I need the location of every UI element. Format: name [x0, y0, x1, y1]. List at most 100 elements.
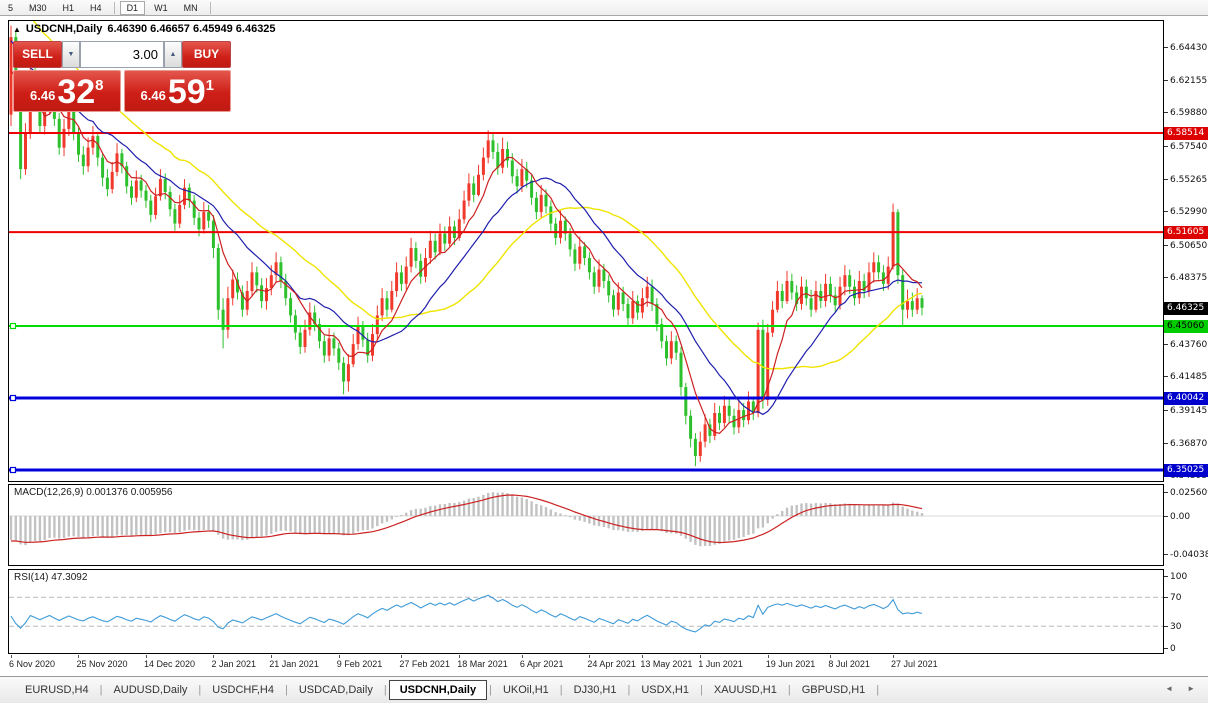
tab-usdcnh-daily[interactable]: USDCNH,Daily: [389, 680, 487, 700]
timeframe-m30[interactable]: M30: [22, 1, 54, 15]
tab-separator: |: [558, 684, 565, 696]
tab-usdx-h1[interactable]: USDX,H1: [632, 680, 698, 700]
time-label: 8 Jul 2021: [828, 659, 870, 669]
buy-price-sup: 1: [206, 71, 214, 101]
tab-xauusd-h1[interactable]: XAUUSD,H1: [705, 680, 786, 700]
symbol-title: USDCNH,Daily: [26, 23, 102, 35]
tabs-scroll-left-icon[interactable]: ◄: [1158, 684, 1180, 693]
chart-title: ▲ USDCNH,Daily 6.46390 6.46657 6.45949 6…: [13, 23, 276, 35]
rsi-axis-label: 0: [1164, 644, 1176, 654]
timeframe-h1[interactable]: H1: [56, 1, 82, 15]
time-label: 14 Dec 2020: [144, 659, 195, 669]
macd-chart: [9, 485, 1163, 565]
time-label: 1 Jun 2021: [698, 659, 743, 669]
price-tick: 6.59880: [1164, 108, 1207, 118]
ohlc-values: 6.46390 6.46657 6.45949 6.46325: [107, 23, 275, 35]
sell-price-box[interactable]: 6.46 32 8: [13, 70, 121, 112]
rsi-label: RSI(14) 47.3092: [14, 572, 87, 583]
time-tick: [459, 655, 460, 658]
price-tick: 6.41485: [1164, 372, 1207, 382]
time-label: 2 Jan 2021: [211, 659, 256, 669]
time-tick: [893, 655, 894, 658]
tabs-scroll-right-icon[interactable]: ►: [1180, 684, 1202, 693]
macd-axis-label: 0.025609: [1164, 488, 1208, 498]
one-click-trade-panel: SELL ▼ 3.00 ▲ BUY 6.46 32 8 6.46 59 1: [13, 41, 231, 112]
tab-dj30-h1[interactable]: DJ30,H1: [565, 680, 626, 700]
volume-down-button[interactable]: ▼: [62, 41, 80, 68]
collapse-trade-panel-icon[interactable]: ▲: [13, 25, 21, 34]
price-tick: 6.36870: [1164, 439, 1207, 449]
time-label: 6 Nov 2020: [9, 659, 55, 669]
tab-eurusd-h4[interactable]: EURUSD,H4: [16, 680, 98, 700]
sell-price-sup: 8: [95, 71, 103, 101]
rsi-indicator-panel[interactable]: RSI(14) 47.3092: [8, 569, 1164, 654]
macd-axis-label: -0.040386: [1164, 550, 1208, 560]
timeframe-toolbar: 5M30H1H4 D1W1MN: [0, 0, 1208, 16]
time-tick: [768, 655, 769, 658]
timeframe-d1[interactable]: D1: [120, 1, 146, 15]
chart-tab-bar: EURUSD,H4|AUDUSD,Daily|USDCHF,H4|USDCAD,…: [0, 676, 1208, 703]
buy-button[interactable]: BUY: [182, 41, 231, 68]
macd-axis-label: 0.00: [1164, 512, 1190, 522]
current-price-badge: 6.46325: [1164, 302, 1208, 315]
timeframe-mn[interactable]: MN: [177, 1, 205, 15]
tab-usdchf-h4[interactable]: USDCHF,H4: [203, 680, 283, 700]
tab-separator: |: [283, 684, 290, 696]
time-tick: [522, 655, 523, 658]
price-tick: 6.55265: [1164, 175, 1207, 185]
time-tick: [146, 655, 147, 658]
time-tick: [589, 655, 590, 658]
price-level-badge[interactable]: 6.58514: [1164, 127, 1208, 140]
time-label: 6 Apr 2021: [520, 659, 564, 669]
price-level-badge[interactable]: 6.45060: [1164, 320, 1208, 333]
time-tick: [11, 655, 12, 658]
rsi-chart: [9, 570, 1163, 653]
time-tick: [78, 655, 79, 658]
rsi-axis-label: 100: [1164, 572, 1187, 582]
tab-usdcad-daily[interactable]: USDCAD,Daily: [290, 680, 382, 700]
buy-price-big: 59: [168, 75, 206, 109]
tab-gbpusd-h1[interactable]: GBPUSD,H1: [793, 680, 875, 700]
timeframe-5[interactable]: 5: [1, 1, 20, 15]
price-axis: 6.644306.621556.598806.575406.552656.529…: [1164, 20, 1208, 670]
mt4-terminal: { "toolbar": { "groups": [["5","M30","H1…: [0, 0, 1208, 703]
price-level-badge[interactable]: 6.40042: [1164, 392, 1208, 405]
sell-price-prefix: 6.46: [30, 83, 55, 109]
main-chart-panel[interactable]: ▲ USDCNH,Daily 6.46390 6.46657 6.45949 6…: [8, 20, 1164, 482]
price-tick: 6.64430: [1164, 43, 1207, 53]
time-label: 27 Jul 2021: [891, 659, 938, 669]
timeframe-w1[interactable]: W1: [147, 1, 175, 15]
price-tick: 6.50650: [1164, 241, 1207, 251]
time-label: 9 Feb 2021: [337, 659, 383, 669]
price-tick: 6.48375: [1164, 273, 1207, 283]
volume-input[interactable]: 3.00: [80, 41, 164, 68]
price-tick: 6.52990: [1164, 207, 1207, 217]
sell-button[interactable]: SELL: [13, 41, 62, 68]
time-label: 25 Nov 2020: [76, 659, 127, 669]
time-tick: [213, 655, 214, 658]
toolbar-separator: [210, 2, 211, 14]
price-level-badge[interactable]: 6.51605: [1164, 226, 1208, 239]
rsi-axis-label: 70: [1164, 593, 1181, 603]
time-label: 13 May 2021: [640, 659, 692, 669]
buy-price-prefix: 6.46: [141, 83, 166, 109]
timeframe-h4[interactable]: H4: [83, 1, 109, 15]
tab-separator: |: [487, 684, 494, 696]
price-tick: 6.39145: [1164, 406, 1207, 416]
time-label: 18 Mar 2021: [457, 659, 508, 669]
tab-separator: |: [196, 684, 203, 696]
time-tick: [642, 655, 643, 658]
price-level-badge[interactable]: 6.35025: [1164, 464, 1208, 477]
tab-audusd-daily[interactable]: AUDUSD,Daily: [104, 680, 196, 700]
tab-ukoil-h1[interactable]: UKOil,H1: [494, 680, 558, 700]
macd-indicator-panel[interactable]: MACD(12,26,9) 0.001376 0.005956: [8, 484, 1164, 566]
time-label: 27 Feb 2021: [399, 659, 450, 669]
tab-separator: |: [625, 684, 632, 696]
tab-separator: |: [786, 684, 793, 696]
time-tick: [401, 655, 402, 658]
volume-up-button[interactable]: ▲: [164, 41, 182, 68]
time-label: 19 Jun 2021: [766, 659, 816, 669]
time-label: 24 Apr 2021: [587, 659, 636, 669]
time-tick: [700, 655, 701, 658]
buy-price-box[interactable]: 6.46 59 1: [124, 70, 232, 112]
